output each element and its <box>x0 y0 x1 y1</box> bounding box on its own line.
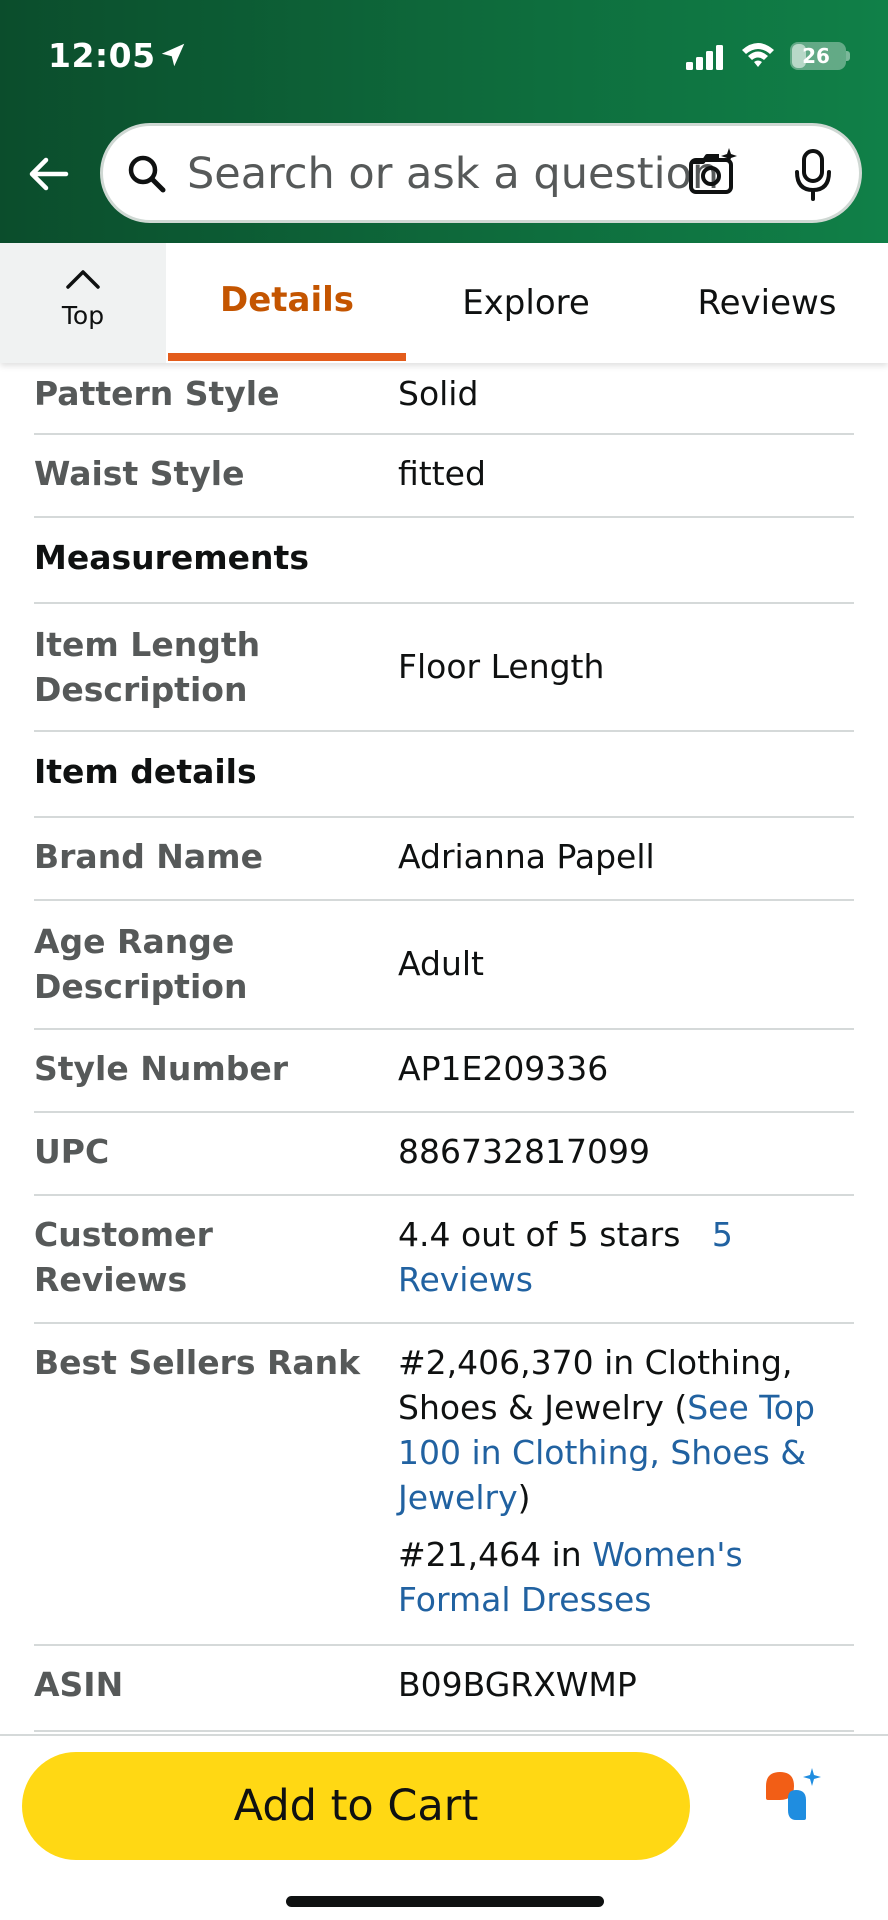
rank-1-suffix: ) <box>517 1478 531 1517</box>
rufus-assistant-icon[interactable] <box>762 1766 826 1826</box>
detail-key: Pattern Style <box>34 374 280 413</box>
active-tab-indicator <box>168 353 406 361</box>
add-to-cart-button[interactable]: Add to Cart <box>22 1752 690 1860</box>
detail-tabs: Top Details Explore Reviews <box>0 243 888 363</box>
detail-value: #2,406,370 in Clothing, Shoes & Jewelry … <box>398 1340 838 1622</box>
battery-percent: 26 <box>802 44 830 68</box>
back-arrow-icon[interactable] <box>22 148 74 200</box>
detail-key: Style Number <box>34 1049 289 1088</box>
section-title-text: Measurements <box>34 538 309 577</box>
home-indicator <box>286 1896 604 1907</box>
rating-text: 4.4 out of 5 stars <box>398 1215 681 1254</box>
search-input[interactable] <box>187 146 757 202</box>
detail-value: B09BGRXWMP <box>398 1665 637 1704</box>
detail-value: Adult <box>398 944 484 983</box>
detail-row-waist-style: Waist Style fitted <box>34 435 854 518</box>
detail-row-age-range: Age Range Description Adult <box>34 901 854 1030</box>
camera-lens-icon[interactable] <box>685 146 739 200</box>
location-arrow-icon <box>161 43 185 67</box>
section-title-measurements: Measurements <box>34 518 854 604</box>
status-bar: 12:05 26 <box>0 0 888 110</box>
detail-value: fitted <box>398 454 486 493</box>
detail-value: Adrianna Papell <box>398 837 655 876</box>
detail-key: UPC <box>34 1132 110 1171</box>
app-header: 12:05 26 <box>0 0 888 243</box>
battery-tip <box>846 51 850 61</box>
detail-value: 4.4 out of 5 stars 5 Reviews <box>398 1212 838 1302</box>
detail-value: AP1E209336 <box>398 1049 609 1088</box>
section-title-text: Item details <box>34 752 257 791</box>
search-bar[interactable] <box>100 123 862 223</box>
detail-key: Best Sellers Rank <box>34 1343 361 1382</box>
product-details-table: Pattern Style Solid Waist Style fitted M… <box>34 363 854 1732</box>
rank-2-text: #21,464 in <box>398 1535 593 1574</box>
search-icon <box>128 155 166 193</box>
detail-row-customer-reviews: Customer Reviews 4.4 out of 5 stars 5 Re… <box>34 1196 854 1324</box>
chevron-up-icon <box>66 270 100 289</box>
tab-reviews[interactable]: Reviews <box>646 243 888 363</box>
detail-value: Floor Length <box>398 647 605 686</box>
detail-key: Age Range Description <box>34 922 248 1006</box>
detail-key: Item Length Description <box>34 625 261 709</box>
section-title-item-details: Item details <box>34 732 854 818</box>
bottom-action-bar: Add to Cart <box>0 1734 888 1920</box>
detail-row-upc: UPC 886732817099 <box>34 1113 854 1196</box>
detail-value: 886732817099 <box>398 1132 650 1171</box>
detail-row-pattern-style: Pattern Style Solid <box>34 363 854 435</box>
rank-entry-2: #21,464 in Women's Formal Dresses <box>398 1532 838 1622</box>
wifi-icon <box>742 43 774 67</box>
tab-top[interactable]: Top <box>0 243 166 363</box>
detail-row-style-number: Style Number AP1E209336 <box>34 1030 854 1113</box>
detail-row-best-sellers-rank: Best Sellers Rank #2,406,370 in Clothing… <box>34 1324 854 1646</box>
detail-row-item-length: Item Length Description Floor Length <box>34 604 854 732</box>
detail-row-brand-name: Brand Name Adrianna Papell <box>34 818 854 901</box>
tab-explore[interactable]: Explore <box>406 243 646 363</box>
detail-key: ASIN <box>34 1665 124 1704</box>
detail-row-asin: ASIN B09BGRXWMP <box>34 1646 854 1732</box>
microphone-icon[interactable] <box>791 148 835 202</box>
cellular-signal-icon <box>686 45 723 70</box>
battery-icon: 26 <box>790 42 846 70</box>
rank-entry-1: #2,406,370 in Clothing, Shoes & Jewelry … <box>398 1340 838 1520</box>
detail-key: Customer Reviews <box>34 1215 213 1299</box>
detail-value: Solid <box>398 374 479 413</box>
tab-details[interactable]: Details <box>168 243 406 363</box>
tab-top-label: Top <box>61 301 105 330</box>
detail-key: Brand Name <box>34 837 263 876</box>
detail-key: Waist Style <box>34 454 245 493</box>
status-time: 12:05 <box>48 36 156 75</box>
